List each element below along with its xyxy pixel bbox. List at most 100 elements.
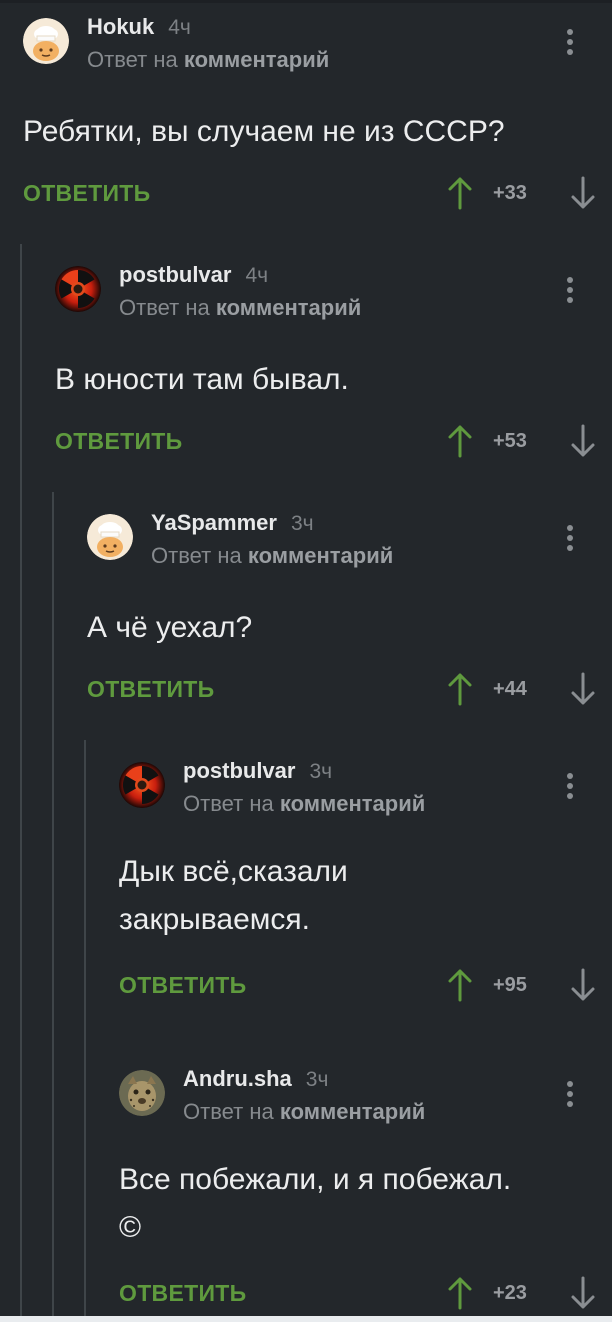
comment-text-line: В юности там бывал. — [55, 363, 349, 396]
upvote-button[interactable] — [445, 175, 475, 211]
avatar[interactable] — [23, 18, 69, 64]
author-name[interactable]: postbulvar — [119, 262, 231, 288]
bottom-divider — [0, 1316, 612, 1322]
arrow-up-icon — [448, 1277, 472, 1310]
reply-button[interactable]: ОТВЕТИТЬ — [23, 180, 150, 207]
upvote-button[interactable] — [445, 1275, 475, 1311]
comment-actions: ОТВЕТИТЬ +53 — [55, 418, 612, 474]
reply-prefix: Ответ на — [183, 1099, 274, 1124]
comment-header: Hokuk 4ч Ответ на комментарий — [23, 12, 612, 72]
photo-avatar-icon — [119, 1070, 165, 1116]
reply-to-line: Ответ на комментарий — [183, 791, 425, 817]
author-line: Andru.sha 3ч — [183, 1066, 328, 1096]
downvote-button[interactable] — [568, 423, 598, 459]
comment-text-line: закрываемся. — [119, 903, 310, 936]
reply-button[interactable]: ОТВЕТИТЬ — [55, 428, 182, 455]
comment-5: Andru.sha 3ч Ответ на комментарий Все по… — [119, 1064, 612, 1322]
downvote-button[interactable] — [568, 175, 598, 211]
author-line: postbulvar 4ч — [119, 262, 268, 292]
avatar[interactable] — [55, 266, 101, 312]
rating-score: +44 — [493, 678, 527, 700]
comment-3: YaSpammer 3ч Ответ на комментарий А чё у… — [87, 508, 612, 722]
thread-line-level-3[interactable] — [84, 740, 86, 1316]
author-name[interactable]: YaSpammer — [151, 510, 277, 536]
reply-button[interactable]: ОТВЕТИТЬ — [119, 972, 246, 999]
comment-time: 3ч — [305, 1068, 329, 1091]
radiation-avatar-icon — [119, 762, 165, 808]
reply-to-line: Ответ на комментарий — [183, 1099, 425, 1125]
arrow-down-icon — [571, 424, 595, 457]
rating-score: +95 — [493, 974, 527, 996]
dot-icon — [567, 545, 573, 551]
upvote-button[interactable] — [445, 967, 475, 1003]
reply-target-link[interactable]: комментарий — [280, 791, 425, 816]
reply-button[interactable]: ОТВЕТИТЬ — [87, 676, 214, 703]
more-menu-button[interactable] — [560, 26, 580, 62]
comment-text: Ребятки, вы случаем не из СССР? — [23, 108, 612, 156]
dot-icon — [567, 783, 573, 789]
author-name[interactable]: postbulvar — [183, 758, 295, 784]
reply-target-link[interactable]: комментарий — [184, 47, 329, 72]
comment-time: 4ч — [245, 264, 269, 287]
more-menu-button[interactable] — [560, 274, 580, 310]
comments-page: Hokuk 4ч Ответ на комментарий Ребятки, в… — [0, 0, 612, 1322]
dot-icon — [567, 277, 573, 283]
upvote-button[interactable] — [445, 671, 475, 707]
comment-text-line: Дык всё,сказали — [119, 855, 348, 888]
author-name[interactable]: Andru.sha — [183, 1066, 292, 1092]
thread-line-level-1[interactable] — [20, 244, 22, 1316]
comment-header: postbulvar 4ч Ответ на комментарий — [55, 260, 612, 320]
radiation-avatar-icon — [55, 266, 101, 312]
avatar[interactable] — [119, 762, 165, 808]
arrow-up-icon — [448, 673, 472, 706]
comment-time: 3ч — [309, 760, 333, 783]
chef-avatar-icon — [87, 514, 133, 560]
reply-prefix: Ответ на — [119, 295, 210, 320]
reply-target-link[interactable]: комментарий — [216, 295, 361, 320]
thread-line-level-2[interactable] — [52, 492, 54, 1316]
comment-header: YaSpammer 3ч Ответ на комментарий — [87, 508, 612, 568]
more-menu-button[interactable] — [560, 522, 580, 558]
reply-prefix: Ответ на — [87, 47, 178, 72]
author-name[interactable]: Hokuk — [87, 14, 154, 40]
upvote-button[interactable] — [445, 423, 475, 459]
dot-icon — [567, 1091, 573, 1097]
downvote-button[interactable] — [568, 671, 598, 707]
comment-text: Все побежали, и я побежал. © — [119, 1156, 612, 1252]
dot-icon — [567, 297, 573, 303]
rating-score: +23 — [493, 1282, 527, 1304]
dot-icon — [567, 1081, 573, 1087]
comment-2: postbulvar 4ч Ответ на комментарий В юно… — [55, 260, 612, 474]
comment-actions: ОТВЕТИТЬ +33 — [23, 170, 612, 226]
arrow-down-icon — [571, 176, 595, 209]
dot-icon — [567, 29, 573, 35]
dot-icon — [567, 793, 573, 799]
more-menu-button[interactable] — [560, 1078, 580, 1114]
comment-actions: ОТВЕТИТЬ +44 — [87, 666, 612, 722]
rating-score: +53 — [493, 430, 527, 452]
arrow-down-icon — [571, 1276, 595, 1309]
comment-time: 4ч — [168, 16, 191, 39]
more-menu-button[interactable] — [560, 770, 580, 806]
dot-icon — [567, 1101, 573, 1107]
comment-actions: ОТВЕТИТЬ +95 — [119, 962, 612, 1018]
author-line: postbulvar 3ч — [183, 758, 332, 788]
reply-target-link[interactable]: комментарий — [248, 543, 393, 568]
reply-button[interactable]: ОТВЕТИТЬ — [119, 1280, 246, 1307]
author-line: Hokuk 4ч — [87, 14, 191, 44]
downvote-button[interactable] — [568, 967, 598, 1003]
comment-header: Andru.sha 3ч Ответ на комментарий — [119, 1064, 612, 1124]
avatar[interactable] — [119, 1070, 165, 1116]
comment-1: Hokuk 4ч Ответ на комментарий Ребятки, в… — [23, 12, 612, 226]
reply-prefix: Ответ на — [183, 791, 274, 816]
reply-to-line: Ответ на комментарий — [119, 295, 361, 321]
comment-text-line: © — [119, 1211, 142, 1244]
downvote-button[interactable] — [568, 1275, 598, 1311]
dot-icon — [567, 49, 573, 55]
dot-icon — [567, 287, 573, 293]
avatar[interactable] — [87, 514, 133, 560]
comment-text: В юности там бывал. — [55, 356, 612, 404]
reply-target-link[interactable]: комментарий — [280, 1099, 425, 1124]
chef-avatar-icon — [23, 18, 69, 64]
comment-4: postbulvar 3ч Ответ на комментарий Дык в… — [119, 756, 612, 1018]
